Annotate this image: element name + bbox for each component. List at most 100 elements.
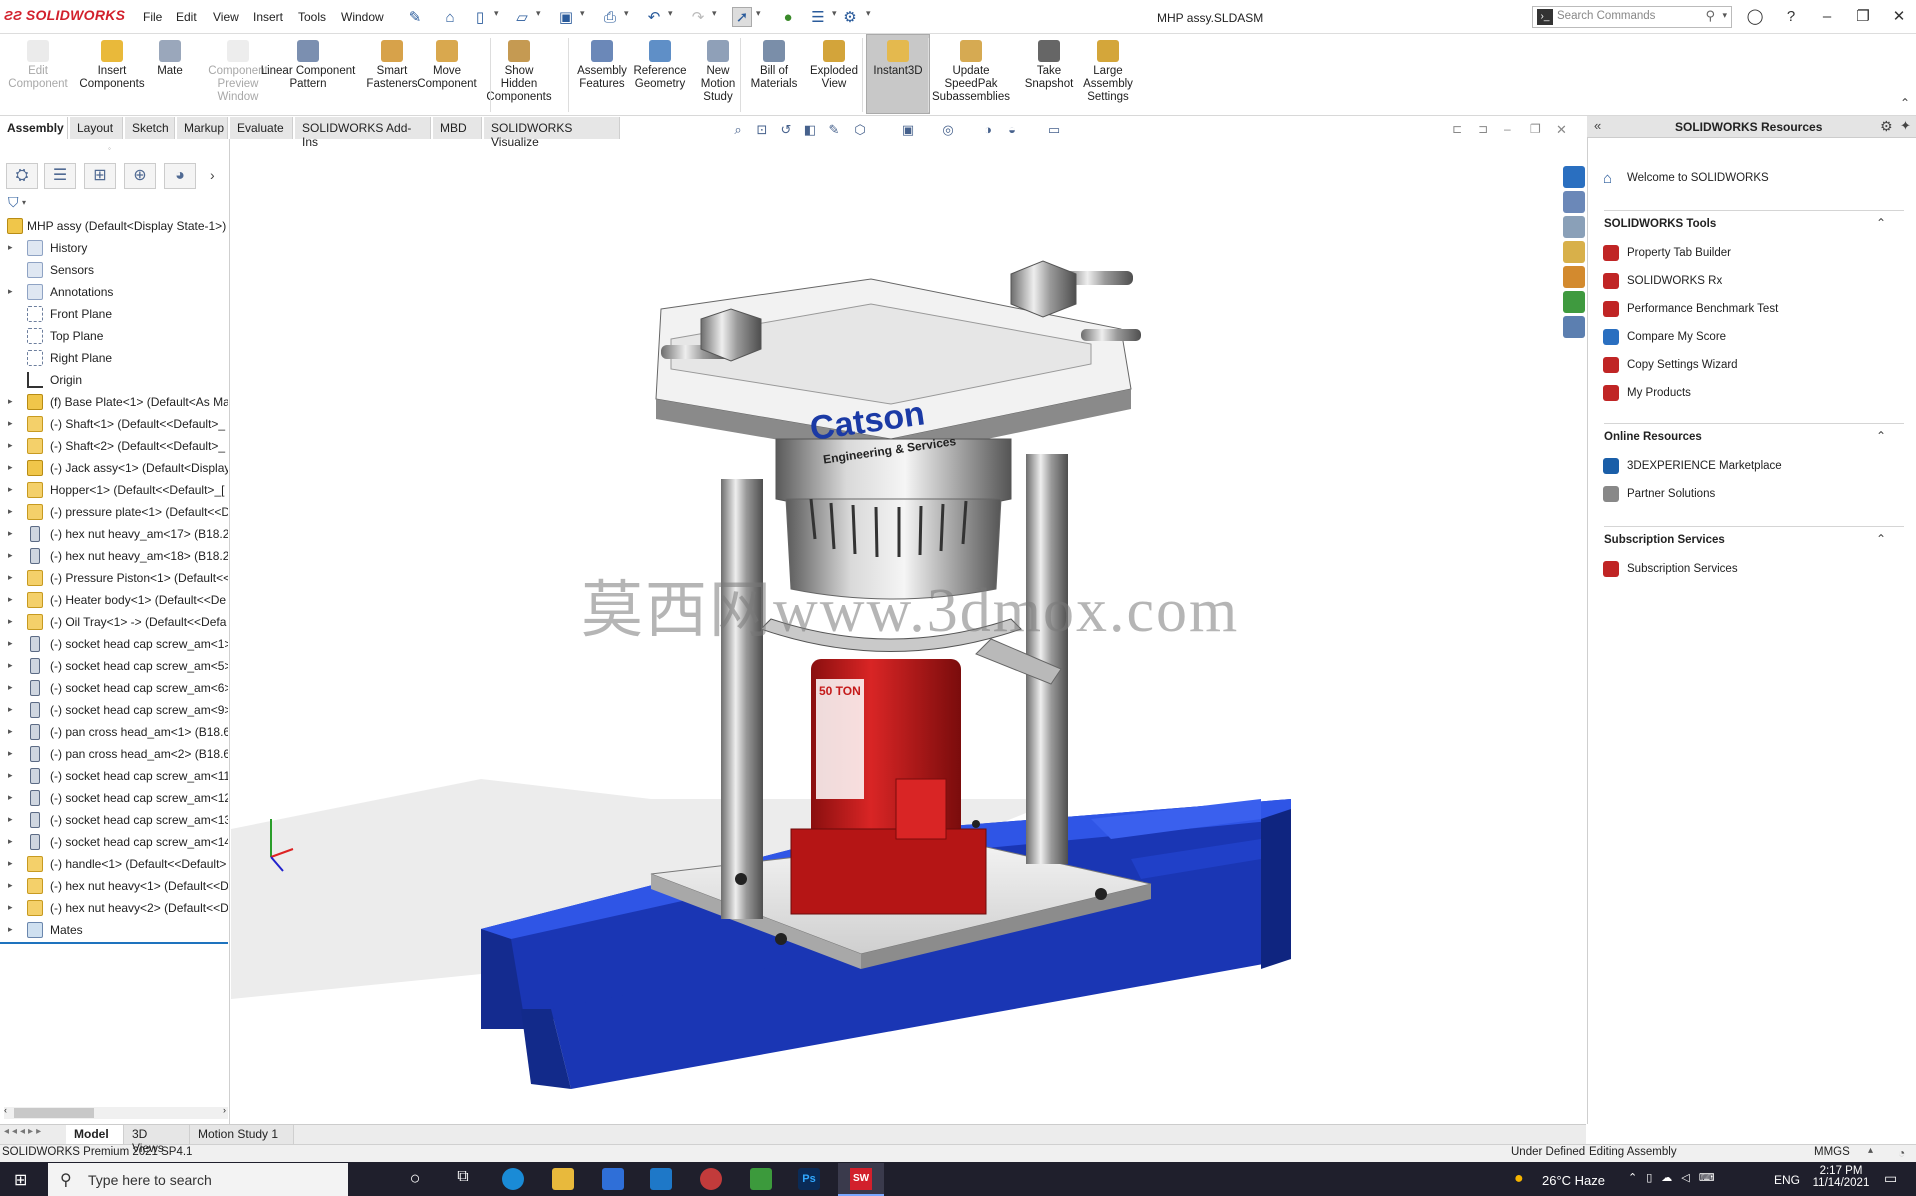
resource-link[interactable]: Performance Benchmark Test	[1603, 301, 1903, 320]
view-palette-tab-icon[interactable]	[1563, 241, 1585, 263]
featuremanager-tab-icon[interactable]: ⛭	[6, 163, 38, 189]
home-icon[interactable]: ⌂	[440, 7, 460, 27]
resource-link[interactable]: SOLIDWORKS Rx	[1603, 273, 1903, 292]
expand-arrow-icon[interactable]: ▸	[8, 836, 13, 847]
mate-button[interactable]: Mate	[150, 40, 190, 78]
file-explorer-icon[interactable]	[552, 1168, 574, 1190]
bom-button[interactable]: Bill of Materials	[742, 40, 806, 91]
tree-node[interactable]: ▸ (-) socket head cap screw_am<6>	[0, 677, 228, 699]
task-view-icon[interactable]: ⧉	[452, 1168, 474, 1190]
tree-root-assembly[interactable]: MHP assy (Default<Display State-1>)	[0, 215, 228, 237]
edit-component-button[interactable]: Edit Component	[4, 40, 72, 91]
tree-node[interactable]: Sensors	[0, 259, 228, 281]
exploded-view-button[interactable]: Exploded View	[800, 40, 868, 91]
close-icon[interactable]: ✕	[1888, 6, 1910, 28]
expand-arrow-icon[interactable]: ▸	[8, 506, 13, 517]
resource-link[interactable]: My Products	[1603, 385, 1903, 404]
weather-text[interactable]: 26°C Haze	[1542, 1173, 1605, 1188]
viewport-close-icon[interactable]: ✕	[1556, 122, 1567, 138]
menu-view[interactable]: View	[213, 10, 239, 24]
reference-geometry-button[interactable]: Reference Geometry	[628, 40, 692, 91]
search-commands-input[interactable]: ›_ Search Commands ⚲ ▾	[1532, 6, 1732, 28]
new-dropdown-icon[interactable]: ▾	[494, 8, 499, 19]
zoom-to-fit-icon[interactable]: ⌕	[730, 122, 746, 138]
collapse-ribbon-icon[interactable]: ⌃	[1900, 96, 1910, 110]
menu-window[interactable]: Window	[341, 10, 384, 24]
undo-dropdown-icon[interactable]: ▾	[668, 8, 673, 19]
bottom-tab-motion-study-1[interactable]: Motion Study 1	[190, 1125, 294, 1144]
expand-arrow-icon[interactable]: ▸	[8, 660, 13, 671]
tab-layout[interactable]: Layout	[70, 117, 123, 139]
tree-node[interactable]: ▸ (-) socket head cap screw_am<14	[0, 831, 228, 853]
expand-arrow-icon[interactable]: ▸	[8, 396, 13, 407]
taskbar-search-input[interactable]: ⚲ Type here to search	[48, 1163, 348, 1196]
expand-arrow-icon[interactable]: ▸	[8, 572, 13, 583]
redo-dropdown-icon[interactable]: ▾	[712, 8, 717, 19]
dynamic-annotation-icon[interactable]: ✎	[826, 122, 842, 138]
tree-node[interactable]: Top Plane	[0, 325, 228, 347]
edge-browser-icon[interactable]	[502, 1168, 524, 1190]
solidworks-logo[interactable]: ƧƧ SOLIDWORKS	[4, 7, 125, 23]
undo-icon[interactable]: ↶	[644, 7, 664, 27]
graphics-area[interactable]: Catson Engineering & Services 50 TON 莫西网…	[231, 139, 1586, 1124]
apply-scene-icon[interactable]: ◒	[1004, 122, 1020, 138]
dimxpert-tab-icon[interactable]: ⊕	[124, 163, 156, 189]
appearances-tab-icon[interactable]	[1563, 266, 1585, 288]
tab-solidworks-visualize[interactable]: SOLIDWORKS Visualize	[484, 117, 620, 149]
section-view-icon[interactable]: ◧	[802, 122, 818, 138]
search-dropdown-icon[interactable]: ▾	[1722, 10, 1727, 21]
show-hidden-button[interactable]: Show Hidden Components	[480, 40, 558, 104]
open-icon[interactable]: ▱	[512, 7, 532, 27]
tree-node[interactable]: ▸ (-) hex nut heavy<1> (Default<<D	[0, 875, 228, 897]
snapshot-button[interactable]: Take Snapshot	[1018, 40, 1080, 91]
expand-arrow-icon[interactable]: ▸	[8, 462, 13, 473]
tree-node[interactable]: Origin	[0, 369, 228, 391]
tree-node[interactable]: Front Plane	[0, 303, 228, 325]
expand-arrow-icon[interactable]: ▸	[8, 858, 13, 869]
rebuild-traffic-light-icon[interactable]: ●	[778, 7, 798, 27]
section-collapse-icon[interactable]: ⌃	[1876, 429, 1886, 443]
expand-arrow-icon[interactable]: ▸	[8, 484, 13, 495]
tab-markup[interactable]: Markup	[177, 117, 228, 139]
forum-tab-icon[interactable]	[1563, 316, 1585, 338]
edit-appearance-icon[interactable]: ◑	[980, 122, 996, 138]
expand-arrow-icon[interactable]: ▸	[8, 286, 13, 297]
menu-file[interactable]: File	[143, 10, 162, 24]
expand-arrow-icon[interactable]: ▸	[8, 242, 13, 253]
resources-tab-icon[interactable]	[1563, 166, 1585, 188]
section-collapse-icon[interactable]: ⌃	[1876, 216, 1886, 230]
cortana-icon[interactable]: ○	[404, 1168, 426, 1190]
save-dropdown-icon[interactable]: ▾	[580, 8, 585, 19]
open-dropdown-icon[interactable]: ▾	[536, 8, 541, 19]
file-properties-dropdown-icon[interactable]: ▾	[832, 8, 837, 19]
tree-node[interactable]: ▸ (-) Jack assy<1> (Default<Display	[0, 457, 228, 479]
expand-arrow-icon[interactable]: ▸	[8, 440, 13, 451]
notifications-icon[interactable]: ▭	[1884, 1170, 1897, 1187]
tree-node[interactable]: ▸ (-) Shaft<2> (Default<<Default>_	[0, 435, 228, 457]
tree-node[interactable]: ▸ History	[0, 237, 228, 259]
search-mode-icon[interactable]: ›_	[1537, 9, 1553, 25]
app-icon[interactable]	[700, 1168, 722, 1190]
filter-icon[interactable]: ⛉	[8, 194, 19, 211]
tree-node[interactable]: ▸ (-) hex nut heavy_am<18> (B18.2.	[0, 545, 228, 567]
options-gear-icon[interactable]: ⚙	[840, 7, 860, 27]
input-language[interactable]: ENG	[1774, 1173, 1800, 1187]
clock[interactable]: 2:17 PM 11/14/2021	[1812, 1165, 1870, 1189]
display-style-icon[interactable]: ▣	[900, 122, 916, 138]
tree-node[interactable]: ▸ (f) Base Plate<1> (Default<As Ma	[0, 391, 228, 413]
microsoft-store-icon[interactable]	[602, 1168, 624, 1190]
bottom-tab-3d-views[interactable]: 3D Views	[124, 1125, 190, 1155]
design-library-tab-icon[interactable]	[1563, 191, 1585, 213]
tree-node[interactable]: ▸ (-) handle<1> (Default<<Default>	[0, 853, 228, 875]
new-document-icon[interactable]: ▯	[470, 7, 490, 27]
tree-node[interactable]: ▸ (-) pan cross head_am<1> (B18.6.	[0, 721, 228, 743]
expand-arrow-icon[interactable]: ▸	[8, 550, 13, 561]
resource-link[interactable]: Subscription Services	[1603, 561, 1903, 580]
search-icon[interactable]: ⚲	[1705, 8, 1715, 24]
display-manager-tab-icon[interactable]: ◕	[164, 163, 196, 189]
expand-arrow-icon[interactable]: ▸	[8, 792, 13, 803]
view-orientation-icon[interactable]: ⬡	[852, 122, 868, 138]
tab-scroll-arrows[interactable]: ◂◂◂▸▸	[4, 1126, 44, 1137]
taskpane-settings-gear-icon[interactable]: ⚙	[1880, 118, 1893, 135]
expand-arrow-icon[interactable]: ▸	[8, 814, 13, 825]
